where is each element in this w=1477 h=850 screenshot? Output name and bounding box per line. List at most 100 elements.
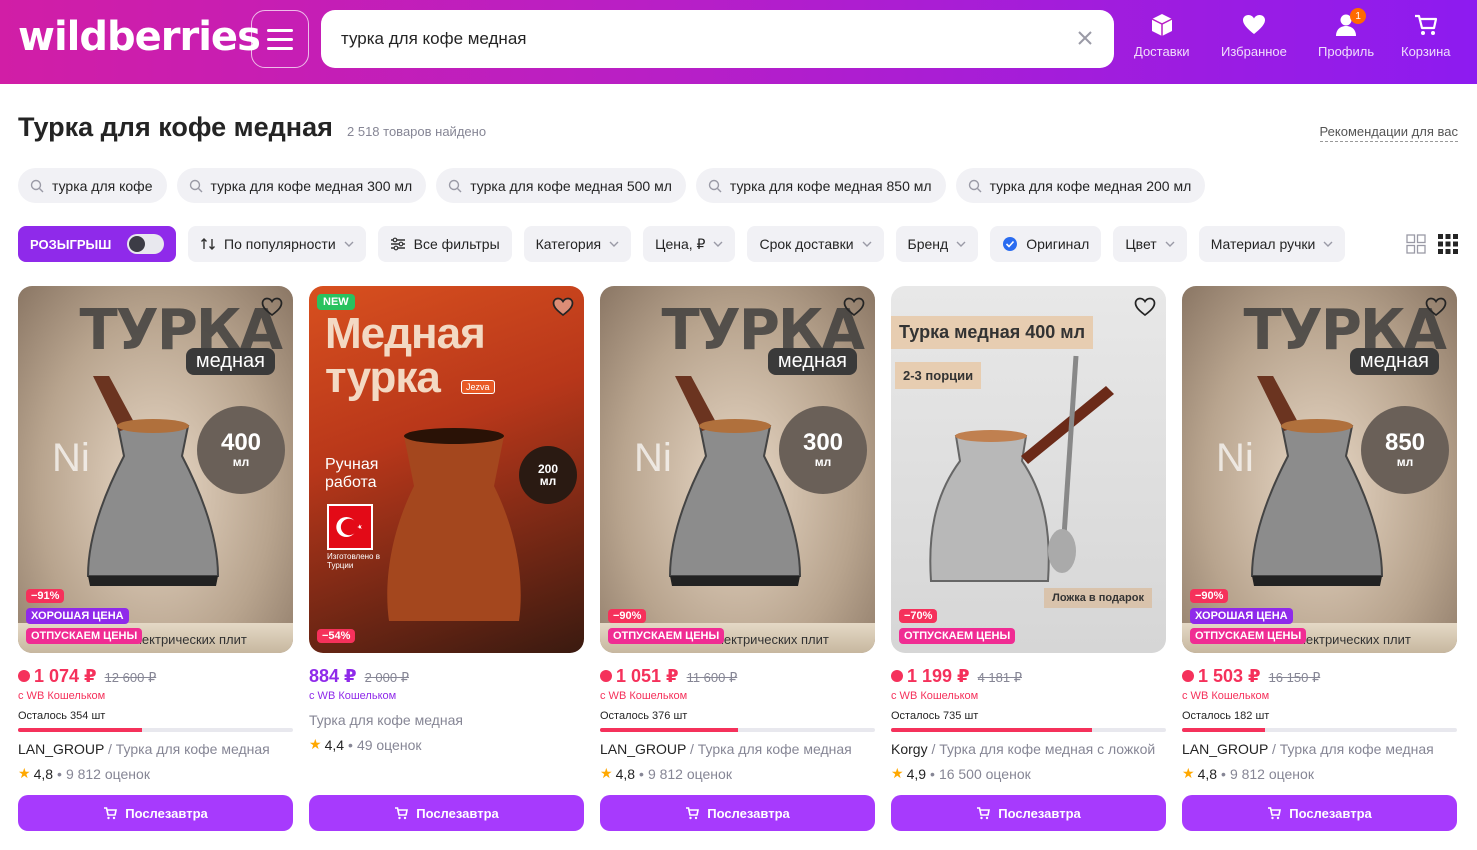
product-title: Турка для кофе медная [309,712,463,728]
nav-delivery[interactable]: Доставки [1134,12,1190,59]
search-icon [968,179,982,192]
product-name[interactable]: LAN_GROUP / Турка для кофе медная [600,741,875,757]
all-filters-button[interactable]: Все фильтры [377,226,512,262]
heart-icon[interactable] [261,296,283,318]
raffle-label: РОЗЫГРЫШ [30,236,112,252]
hamburger-icon [267,37,293,41]
stock-text: Осталось 354 шт [18,710,106,722]
toggle-switch[interactable] [127,234,164,254]
volume-unit: мл [539,474,557,488]
product-image[interactable]: Медная турка Jezva Ручная работа Изготов… [309,286,584,653]
price-filter[interactable]: Цена, ₽ [643,226,736,262]
wallet-note: с WB Кошельком [309,690,397,702]
clear-icon[interactable] [1074,27,1096,49]
product-card[interactable]: Турка медная 400 мл 2-3 порции Ложка в п… [891,286,1166,836]
search-input[interactable] [341,24,1061,54]
volume-unit: мл [814,455,832,469]
cart-icon [104,807,118,820]
rating-value: 4,8 [615,765,636,782]
image-subtitle: медная [767,348,857,375]
reviews-count: 49 оценок [356,736,422,753]
grid-small-icon[interactable] [1438,234,1458,254]
chevron-down-icon [1165,241,1175,247]
wallet-note: с WB Кошельком [1182,690,1270,702]
wildberries-logo[interactable]: wildberries [18,14,261,60]
brand-label: Бренд [907,236,949,252]
delivery-filter[interactable]: Срок доставки [747,226,884,262]
cart-icon [1268,807,1282,820]
recommendations-link[interactable]: Рекомендации для вас [1319,124,1458,142]
product-card[interactable]: ТУРКА медная Ni 300 мл электрических плит… [600,286,875,836]
add-to-cart-button[interactable]: Послезавтра [1182,795,1457,831]
discount-badge: −90% [1190,589,1229,603]
product-image[interactable]: Турка медная 400 мл 2-3 порции Ложка в п… [891,286,1166,653]
product-card[interactable]: ТУРКА медная Ni 400 мл электрических плит… [18,286,293,836]
sort-dropdown[interactable]: По популярности [188,226,366,262]
suggestion-chip[interactable]: турка для кофе медная 200 мл [955,168,1206,203]
old-price: 16 150 ₽ [1268,670,1321,685]
search-icon [30,179,44,192]
raffle-toggle[interactable]: РОЗЫГРЫШ [18,226,176,262]
discount-badge: −90% [608,609,647,623]
handle-material-filter[interactable]: Материал ручки [1198,226,1346,262]
product-image[interactable]: ТУРКА медная Ni 300 мл электрических плит… [600,286,875,653]
volume-value: 300 [802,429,844,456]
price-row: 1 074 ₽ 12 600 ₽ [18,666,156,687]
old-price: 11 600 ₽ [686,670,738,685]
image-subtitle: медная [185,348,275,375]
color-filter[interactable]: Цвет [1113,226,1187,262]
product-name[interactable]: Korgy / Турка для кофе медная с ложкой [891,741,1166,757]
search-icon [189,179,202,192]
category-filter[interactable]: Категория [523,226,632,262]
product-title: Турка для кофе медная [115,741,270,757]
filter-bar: РОЗЫГРЫШ По популярности Все фильтры Кат… [18,226,1346,262]
suggestion-label: турка для кофе медная 300 мл [210,177,413,194]
cart-button-label: Послезавтра [125,805,208,821]
cart-icon [1414,14,1437,35]
new-badge: NEW [317,294,355,310]
product-name[interactable]: Турка для кофе медная [309,712,584,728]
heart-icon[interactable] [1425,296,1447,318]
product-name[interactable]: LAN_GROUP / Турка для кофе медная [1182,741,1457,757]
nav-favorites[interactable]: Избранное [1221,12,1287,59]
suggestion-chip[interactable]: турка для кофе медная 300 мл [176,168,427,203]
stock-bar [600,728,875,732]
suggestion-chip[interactable]: турка для кофе медная 500 мл [436,168,686,203]
nav-cart[interactable]: Корзина [1401,12,1451,59]
rating: ★ 4,8 • 9 812 оценок [1182,765,1314,782]
product-card[interactable]: Медная турка Jezva Ручная работа Изготов… [309,286,584,836]
product-name[interactable]: LAN_GROUP / Турка для кофе медная [18,741,293,757]
verified-icon [1003,237,1018,251]
search-icon [708,179,722,192]
price: 1 503 ₽ [1198,666,1261,686]
star-icon: ★ [1182,765,1195,781]
heart-icon[interactable] [843,296,865,318]
suggestion-label: турка для кофе медная 500 мл [470,177,672,194]
product-card[interactable]: ТУРКА медная Ni 850 мл электрических плит… [1182,286,1457,836]
good-price-badge: ХОРОШАЯ ЦЕНА [1190,608,1293,624]
brand-filter[interactable]: Бренд [895,226,979,262]
nav-profile-label: Профиль [1318,44,1375,59]
add-to-cart-button[interactable]: Послезавтра [600,795,875,831]
page-title: Турка для кофе медная [18,112,333,142]
add-to-cart-button[interactable]: Послезавтра [309,795,584,831]
product-image[interactable]: ТУРКА медная Ni 850 мл электрических плит… [1182,286,1457,653]
suggestion-chip[interactable]: турка для кофе [18,168,167,203]
suggestion-chip[interactable]: турка для кофе медная 850 мл [695,168,946,203]
menu-button[interactable] [251,10,309,68]
original-label: Оригинал [1026,236,1090,252]
volume-badge: 300 мл [779,406,867,494]
heart-icon[interactable] [1134,296,1156,318]
chevron-down-icon [1323,241,1333,247]
category-label: Категория [535,236,602,252]
add-to-cart-button[interactable]: Послезавтра [891,795,1166,831]
add-to-cart-button[interactable]: Послезавтра [18,795,293,831]
nav-profile[interactable]: 1 Профиль [1318,8,1375,59]
heart-icon[interactable] [552,296,574,318]
made-in-label: Изготовлено в Турции [327,552,380,570]
heart-icon [1242,15,1265,34]
original-filter[interactable]: Оригинал [990,226,1102,262]
grid-large-icon[interactable] [1406,234,1426,254]
stock-text: Осталось 182 шт [1182,710,1270,722]
product-image[interactable]: ТУРКА медная Ni 400 мл электрических плит… [18,286,293,653]
